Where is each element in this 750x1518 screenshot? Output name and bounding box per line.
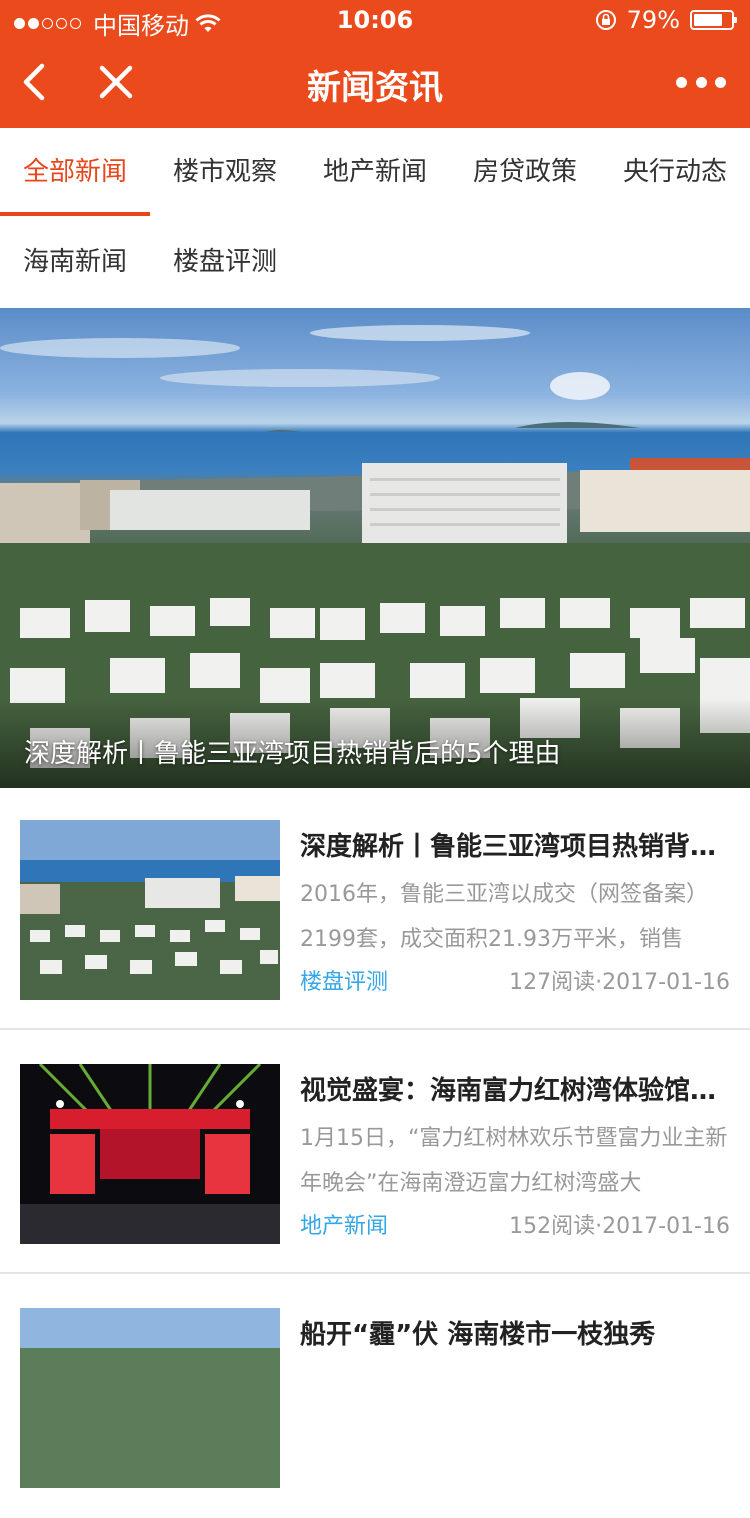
tab-hainan-news[interactable]: 海南新闻 xyxy=(0,218,150,306)
nav-bar: 新闻资讯 xyxy=(0,40,750,128)
tab-market-watch[interactable]: 楼市观察 xyxy=(150,128,300,216)
article-summary: 2016年，鲁能三亚湾以成交（网签备案）2199套，成交面积21.93万平米，销… xyxy=(300,882,708,952)
list-item[interactable]: 船开“霾”伏 海南楼市一枝独秀 xyxy=(0,1276,750,1518)
tab-property-review[interactable]: 楼盘评测 xyxy=(150,218,300,306)
article-thumbnail xyxy=(20,820,280,1000)
battery-icon xyxy=(690,10,737,30)
status-bar: 中国移动 10:06 79% xyxy=(0,0,750,40)
divider xyxy=(0,1028,750,1030)
article-thumbnail xyxy=(20,1064,280,1244)
list-item[interactable]: 深度解析丨鲁能三亚湾项目热销背后的5个理由 2016年，鲁能三亚湾以成交（网签备… xyxy=(0,788,750,1030)
tab-all-news[interactable]: 全部新闻 xyxy=(0,128,150,216)
more-dot-icon xyxy=(695,76,707,88)
orientation-lock-icon xyxy=(595,10,616,30)
article-title: 船开“霾”伏 海南楼市一枝独秀 xyxy=(300,1320,656,1350)
article-title: 深度解析丨鲁能三亚湾项目热销背后的5个理由 xyxy=(300,832,730,862)
divider xyxy=(0,1272,750,1274)
article-category-link[interactable]: 地产新闻 xyxy=(300,1208,388,1240)
article-meta: 152阅读·2017-01-16 xyxy=(509,1214,730,1239)
tab-mortgage-policy[interactable]: 房贷政策 xyxy=(450,128,600,216)
article-category-link[interactable]: 楼盘评测 xyxy=(300,964,388,996)
more-dot-icon xyxy=(715,76,726,88)
hero-banner[interactable]: 深度解析丨鲁能三亚湾项目热销背后的5个理由 xyxy=(0,308,750,788)
tab-real-estate-news[interactable]: 地产新闻 xyxy=(300,128,450,216)
status-right: 79% xyxy=(595,6,737,34)
article-summary: 1月15日，“富力红树林欢乐节暨富力业主新年晚会”在海南澄迈富力红树湾盛大 xyxy=(300,1126,728,1196)
article-meta: 127阅读·2017-01-16 xyxy=(509,970,730,995)
category-tabs: 全部新闻 楼市观察 地产新闻 房贷政策 央行动态 海南新闻 楼盘评测 xyxy=(0,128,750,308)
article-title: 视觉盛宴：海南富力红树湾体验馆盛大开放 xyxy=(300,1076,730,1106)
more-dot-icon xyxy=(676,76,687,88)
article-thumbnail xyxy=(20,1308,280,1488)
header: 中国移动 10:06 79% 新闻资讯 xyxy=(0,0,750,128)
more-button[interactable] xyxy=(676,60,726,104)
hero-caption: 深度解析丨鲁能三亚湾项目热销背后的5个理由 xyxy=(24,739,561,769)
page-title: 新闻资讯 xyxy=(307,68,443,108)
battery-percent: 79% xyxy=(626,6,680,34)
list-item[interactable]: 视觉盛宴：海南富力红树湾体验馆盛大开放 1月15日，“富力红树林欢乐节暨富力业主… xyxy=(0,1032,750,1274)
tab-central-bank[interactable]: 央行动态 xyxy=(600,128,750,216)
